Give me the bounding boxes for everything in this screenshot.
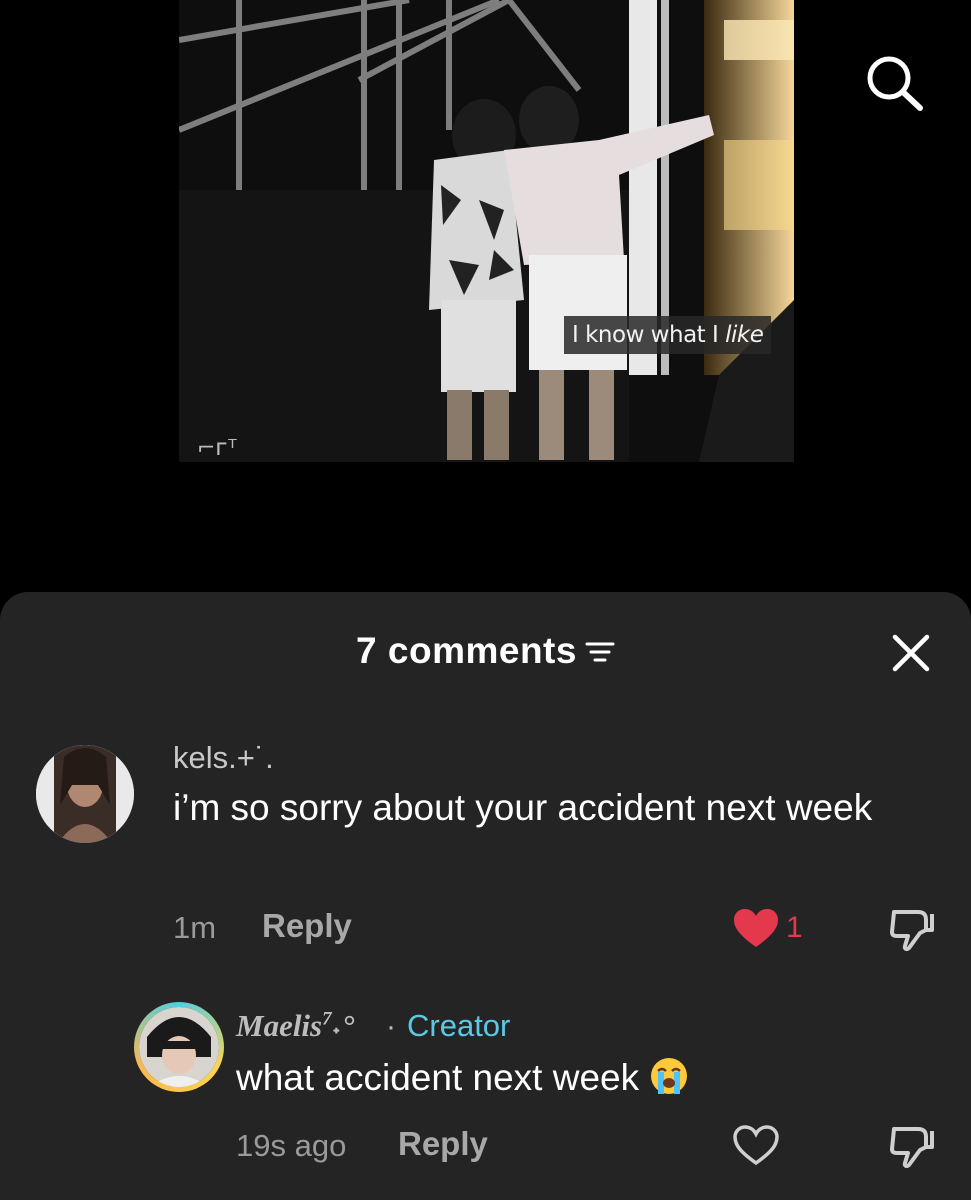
- search-icon: [867, 56, 923, 111]
- like-button[interactable]: [732, 907, 780, 954]
- comment-username[interactable]: Maelis7˖°: [236, 1008, 354, 1044]
- reply-button[interactable]: Reply: [262, 907, 352, 945]
- caption-text: I know what I: [572, 322, 726, 348]
- video-player[interactable]: ⌐ᴦᵀ I know what I like: [179, 0, 794, 462]
- comment-timestamp: 1m: [173, 910, 217, 945]
- close-icon: [892, 634, 930, 672]
- dislike-button[interactable]: [888, 1123, 936, 1174]
- reply-button[interactable]: Reply: [398, 1125, 488, 1163]
- thumbs-down-icon: [890, 1127, 934, 1169]
- caption-italic-text: like: [725, 322, 764, 348]
- creator-badge: Creator: [407, 1008, 511, 1043]
- thumbs-down-icon: [890, 910, 934, 952]
- comments-panel: 7 comments kels.+˙. i’m so sorry about y…: [0, 592, 971, 1200]
- dislike-button[interactable]: [888, 906, 936, 957]
- like-button[interactable]: [732, 1124, 780, 1171]
- comments-count: 7 comments: [0, 630, 971, 674]
- avatar[interactable]: [36, 745, 134, 843]
- like-count: 1: [786, 911, 803, 944]
- comment-text: i’m so sorry about your accident next we…: [173, 787, 873, 828]
- comment-text: what accident next week: [236, 1052, 689, 1104]
- svg-text:⌐ᴦᵀ: ⌐ᴦᵀ: [197, 436, 237, 461]
- avatar[interactable]: [134, 1002, 224, 1092]
- video-frame: ⌐ᴦᵀ: [179, 0, 794, 462]
- comment-timestamp: 19s ago: [236, 1128, 347, 1163]
- close-button[interactable]: [890, 632, 932, 674]
- loudly-crying-face-icon: [649, 1056, 689, 1096]
- comments-header: 7 comments: [0, 592, 971, 712]
- separator-dot: ·: [386, 1010, 396, 1043]
- video-caption: I know what I like: [564, 316, 772, 354]
- comments-count-label: 7 comments: [356, 630, 577, 671]
- search-button[interactable]: [862, 52, 926, 112]
- heart-filled-icon: [734, 909, 778, 947]
- filter-icon[interactable]: [585, 632, 615, 674]
- comment-username[interactable]: kels.+˙.: [173, 740, 274, 776]
- heart-outline-icon: [733, 1125, 779, 1166]
